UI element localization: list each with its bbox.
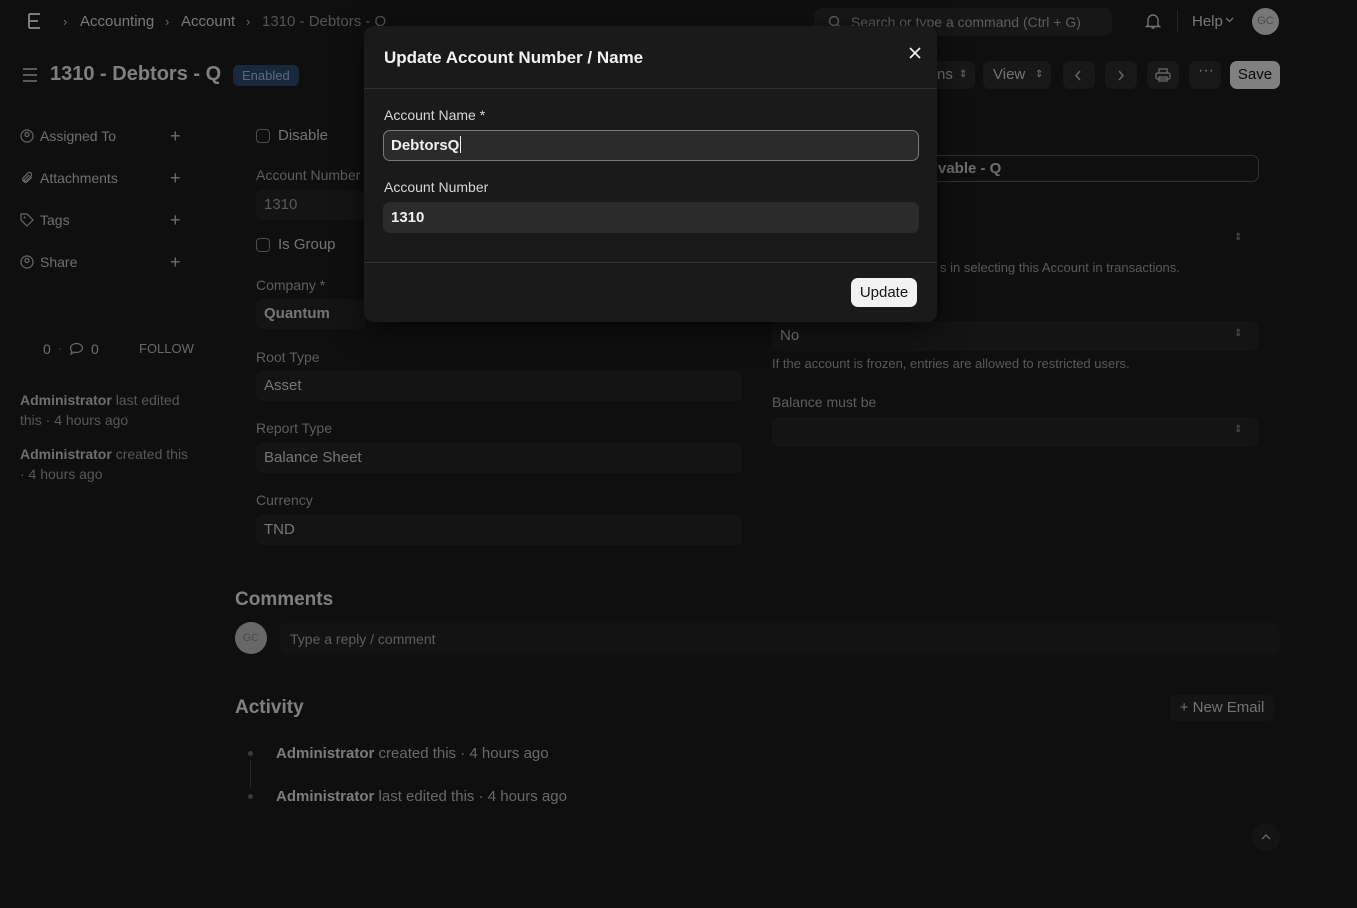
- account-number-label: Account Number: [384, 179, 489, 195]
- close-button[interactable]: [904, 42, 926, 64]
- account-name-value: DebtorsQ: [391, 137, 460, 154]
- account-number-input[interactable]: 1310: [383, 202, 919, 233]
- update-account-modal: Update Account Number / Name Account Nam…: [364, 26, 937, 322]
- update-button[interactable]: Update: [851, 278, 917, 307]
- modal-header: Update Account Number / Name: [364, 26, 937, 89]
- modal-footer-divider: [364, 262, 937, 263]
- modal-title: Update Account Number / Name: [384, 48, 644, 67]
- account-name-input[interactable]: DebtorsQ: [383, 130, 919, 161]
- close-icon: [909, 47, 921, 59]
- text-caret: [460, 136, 462, 153]
- account-name-label: Account Name *: [384, 107, 486, 123]
